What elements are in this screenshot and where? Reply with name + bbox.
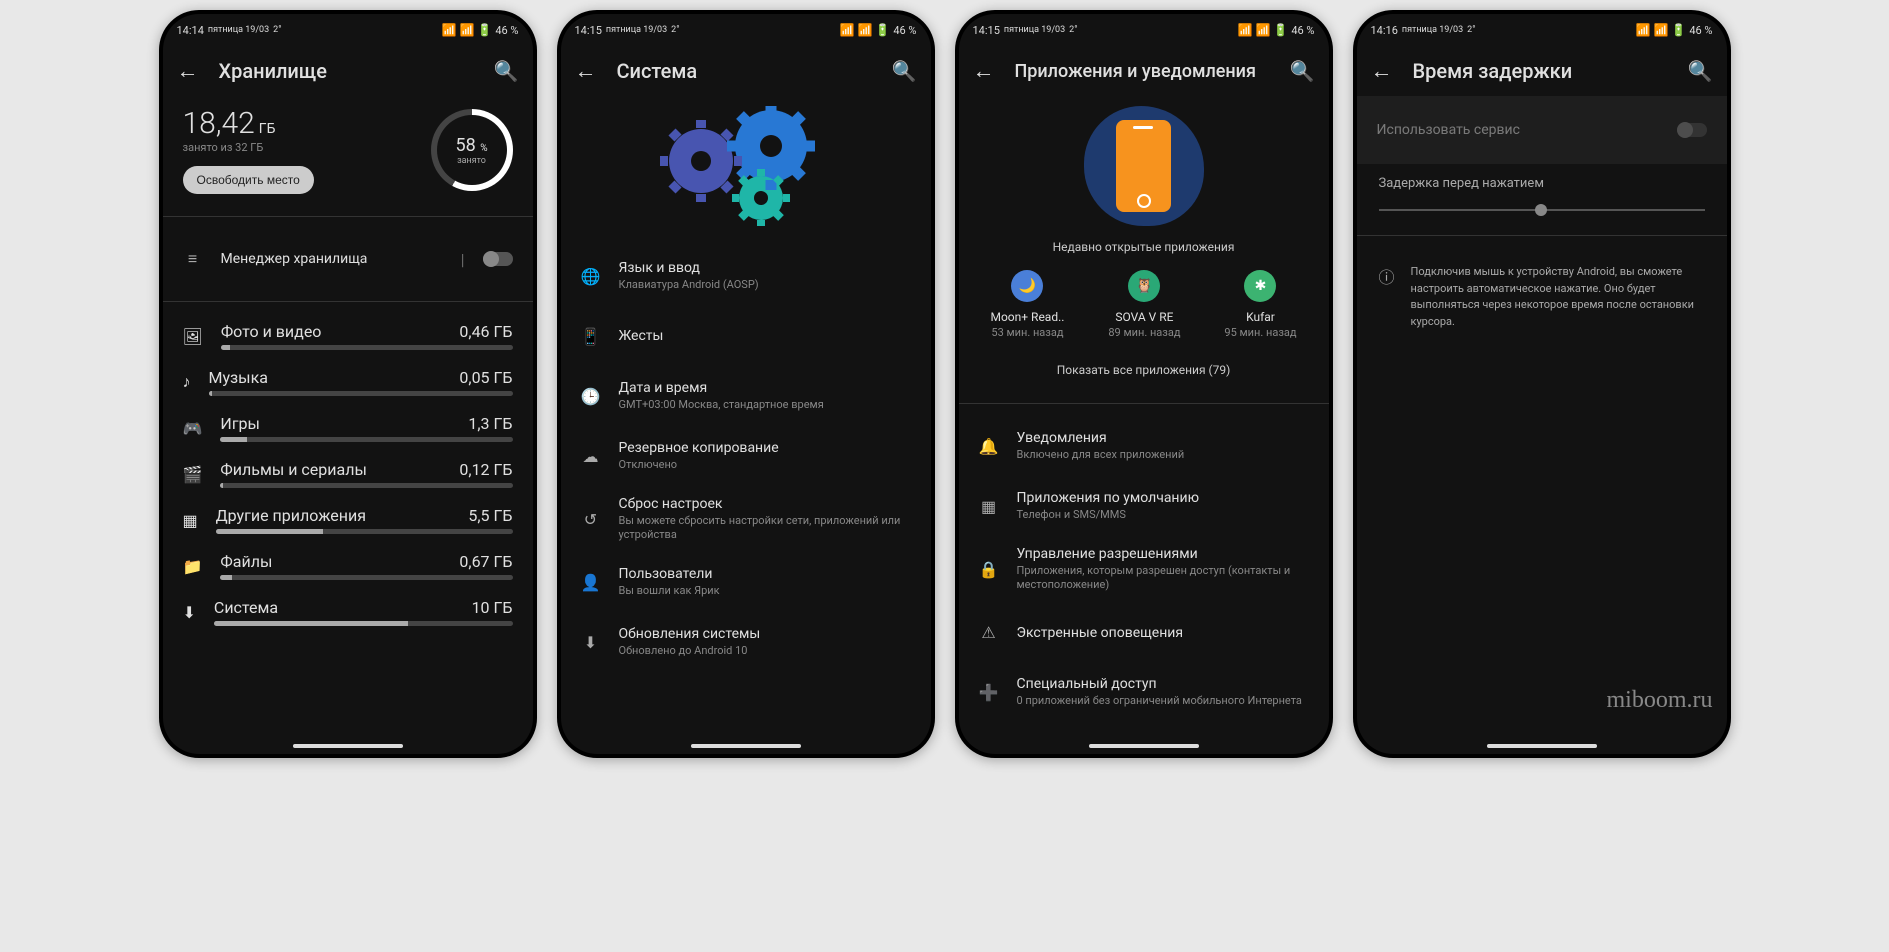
item-icon: ↺ [581, 510, 601, 529]
cat-icon: 🎬 [183, 465, 203, 484]
system-item-2[interactable]: 🕒 Дата и времяGMT+03:00 Москва, стандарт… [561, 366, 931, 426]
nav-handle[interactable] [1487, 744, 1597, 748]
recent-app-0[interactable]: 🌙 Moon+ Read..53 мин. назад [990, 270, 1064, 339]
back-icon[interactable]: ← [575, 58, 597, 84]
storage-manager-row[interactable]: ≡ Менеджер хранилища | [163, 229, 533, 289]
statusbar: 14:14 пятница 19/03 2° 📶📶🔋46 % [163, 14, 533, 46]
nav-handle[interactable] [293, 744, 403, 748]
system-item-4[interactable]: ↺ Сброс настроекВы можете сбросить настр… [561, 486, 931, 553]
system-item-3[interactable]: ☁ Резервное копированиеОтключено [561, 426, 931, 486]
back-icon[interactable]: ← [1371, 58, 1393, 84]
recent-title: Недавно открытые приложения [959, 232, 1329, 270]
info-icon: ⓘ [1379, 264, 1395, 330]
back-icon[interactable]: ← [973, 58, 995, 84]
item-icon: ☁ [581, 447, 601, 466]
apps-item-1[interactable]: ▦ Приложения по умолчаниюТелефон и SMS/M… [959, 476, 1329, 536]
back-icon[interactable]: ← [177, 58, 199, 84]
item-icon: ▦ [979, 497, 999, 516]
system-item-5[interactable]: 👤 ПользователиВы вошли как Ярик [561, 553, 931, 613]
cat-icon: ♪ [183, 372, 191, 392]
page-title: Приложения и уведомления [1015, 61, 1270, 82]
storage-cat-2[interactable]: 🎮 Игры1,3 ГБ [163, 406, 533, 452]
search-icon[interactable]: 🔍 [494, 59, 519, 83]
apps-item-0[interactable]: 🔔 УведомленияВключено для всех приложени… [959, 416, 1329, 476]
phone-apps: 14:15 пятница 19/03 2° 📶📶🔋46 % ← Приложе… [955, 10, 1333, 758]
storage-cat-6[interactable]: ⬇ Система10 ГБ [163, 590, 533, 636]
page-title: Система [617, 59, 872, 83]
system-item-0[interactable]: 🌐 Язык и вводКлавиатура Android (AOSP) [561, 246, 931, 306]
item-icon: 📱 [581, 327, 601, 346]
recent-app-2[interactable]: ✱ Kufar95 мин. назад [1224, 270, 1296, 339]
cat-icon: 🎮 [183, 419, 203, 438]
storage-ring: 58 %занято [431, 109, 513, 191]
apps-item-2[interactable]: 🔒 Управление разрешениямиПриложения, кот… [959, 536, 1329, 603]
statusbar: 14:16 пятница 19/03 2° 📶📶🔋46 % [1357, 14, 1727, 46]
item-icon: 🕒 [581, 387, 601, 406]
system-item-1[interactable]: 📱 Жесты [561, 306, 931, 366]
nav-handle[interactable] [1089, 744, 1199, 748]
recent-app-1[interactable]: 🦉 SOVA V RE89 мин. назад [1108, 270, 1180, 339]
search-icon[interactable]: 🔍 [892, 59, 917, 83]
item-icon: ➕ [979, 683, 999, 702]
search-icon[interactable]: 🔍 [1290, 59, 1315, 83]
storage-cat-5[interactable]: 📁 Файлы0,67 ГБ [163, 544, 533, 590]
apps-item-4[interactable]: ➕ Специальный доступ0 приложений без огр… [959, 663, 1329, 723]
search-icon[interactable]: 🔍 [1688, 59, 1713, 83]
info-text: Подключив мышь к устройству Android, вы … [1411, 264, 1705, 330]
tune-icon: ≡ [183, 249, 203, 269]
delay-label: Задержка перед нажатием [1379, 176, 1705, 191]
cat-icon: 📁 [183, 557, 203, 576]
item-icon: 🔔 [979, 437, 999, 456]
show-all-apps[interactable]: Показать все приложения (79) [959, 339, 1329, 391]
gears-illustration [561, 96, 931, 246]
phone-delay: 14:16 пятница 19/03 2° 📶📶🔋46 % ← Время з… [1353, 10, 1731, 758]
phone-storage: 14:14 пятница 19/03 2° 📶📶🔋46 % ← Хранили… [159, 10, 537, 758]
app-icon: 🦉 [1128, 270, 1160, 302]
cat-icon: ⬇ [183, 603, 196, 622]
page-title: Время задержки [1413, 59, 1668, 83]
apps-illustration [959, 96, 1329, 232]
delay-slider[interactable] [1379, 209, 1705, 211]
service-switch[interactable] [1677, 123, 1707, 137]
app-icon: 🌙 [1011, 270, 1043, 302]
storage-cat-3[interactable]: 🎬 Фильмы и сериалы0,12 ГБ [163, 452, 533, 498]
item-icon: ⬇ [581, 633, 601, 652]
cat-icon: 🖼 [183, 327, 203, 346]
item-icon: 👤 [581, 573, 601, 592]
storage-cat-1[interactable]: ♪ Музыка0,05 ГБ [163, 360, 533, 406]
apps-item-3[interactable]: ⚠ Экстренные оповещения [959, 603, 1329, 663]
cat-icon: ▦ [183, 511, 198, 530]
item-icon: ⚠ [979, 623, 999, 642]
nav-handle[interactable] [691, 744, 801, 748]
item-icon: 🌐 [581, 267, 601, 286]
system-item-6[interactable]: ⬇ Обновления системыОбновлено до Android… [561, 613, 931, 673]
app-icon: ✱ [1244, 270, 1276, 302]
use-service-row[interactable]: Использовать сервис [1357, 96, 1727, 164]
manager-switch[interactable] [483, 252, 513, 266]
statusbar: 14:15 пятница 19/03 2° 📶📶🔋46 % [959, 14, 1329, 46]
page-title: Хранилище [219, 59, 474, 83]
free-space-button[interactable]: Освободить место [183, 166, 314, 194]
storage-cat-0[interactable]: 🖼 Фото и видео0,46 ГБ [163, 314, 533, 360]
item-icon: 🔒 [979, 560, 999, 579]
storage-cat-4[interactable]: ▦ Другие приложения5,5 ГБ [163, 498, 533, 544]
phone-system: 14:15 пятница 19/03 2° 📶📶🔋46 % ← Система… [557, 10, 935, 758]
statusbar: 14:15 пятница 19/03 2° 📶📶🔋46 % [561, 14, 931, 46]
